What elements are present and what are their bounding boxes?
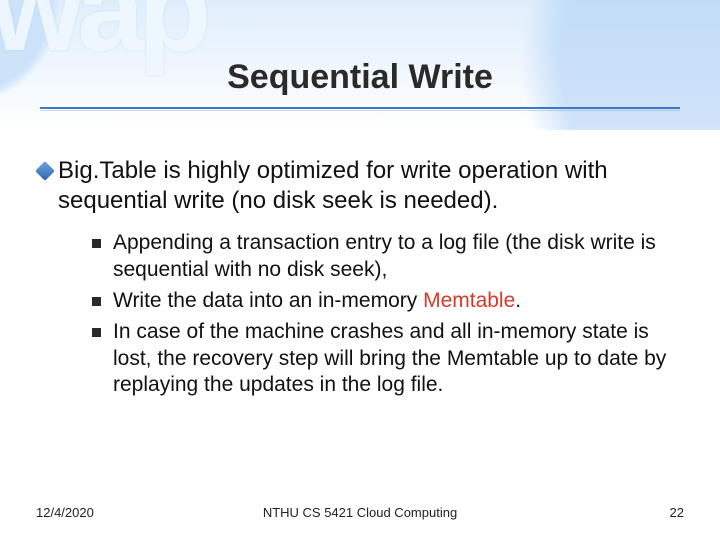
- bullet-level1-text: Big.Table is highly optimized for write …: [58, 156, 680, 216]
- footer-course: NTHU CS 5421 Cloud Computing: [0, 505, 720, 520]
- slide: wap Sequential Write Big.Table is highly…: [0, 0, 720, 540]
- bullet-level2-text: In case of the machine crashes and all i…: [113, 319, 680, 400]
- bullet-level2-text: Write the data into an in-memory Memtabl…: [113, 288, 521, 315]
- bullet-level2: In case of the machine crashes and all i…: [92, 319, 680, 400]
- title-underline: [40, 107, 680, 109]
- bullet-level2: Appending a transaction entry to a log f…: [92, 230, 680, 284]
- text-post: .: [515, 289, 521, 312]
- footer: 12/4/2020 NTHU CS 5421 Cloud Computing 2…: [0, 500, 720, 520]
- square-bullet-icon: [92, 239, 101, 248]
- bullet-level2-text: Appending a transaction entry to a log f…: [113, 230, 680, 284]
- footer-page-number: 22: [670, 505, 684, 520]
- text-pre: Write the data into an in-memory: [113, 289, 423, 312]
- slide-title: Sequential Write: [227, 58, 493, 101]
- sub-bullet-list: Appending a transaction entry to a log f…: [92, 230, 680, 399]
- square-bullet-icon: [92, 297, 101, 306]
- content-area: Big.Table is highly optimized for write …: [38, 156, 680, 403]
- title-area: Sequential Write: [0, 58, 720, 109]
- highlight-memtable: Memtable: [423, 289, 515, 312]
- bullet-level1: Big.Table is highly optimized for write …: [38, 156, 680, 216]
- square-bullet-icon: [92, 328, 101, 337]
- bullet-level2: Write the data into an in-memory Memtabl…: [92, 288, 680, 315]
- diamond-bullet-icon: [35, 161, 55, 181]
